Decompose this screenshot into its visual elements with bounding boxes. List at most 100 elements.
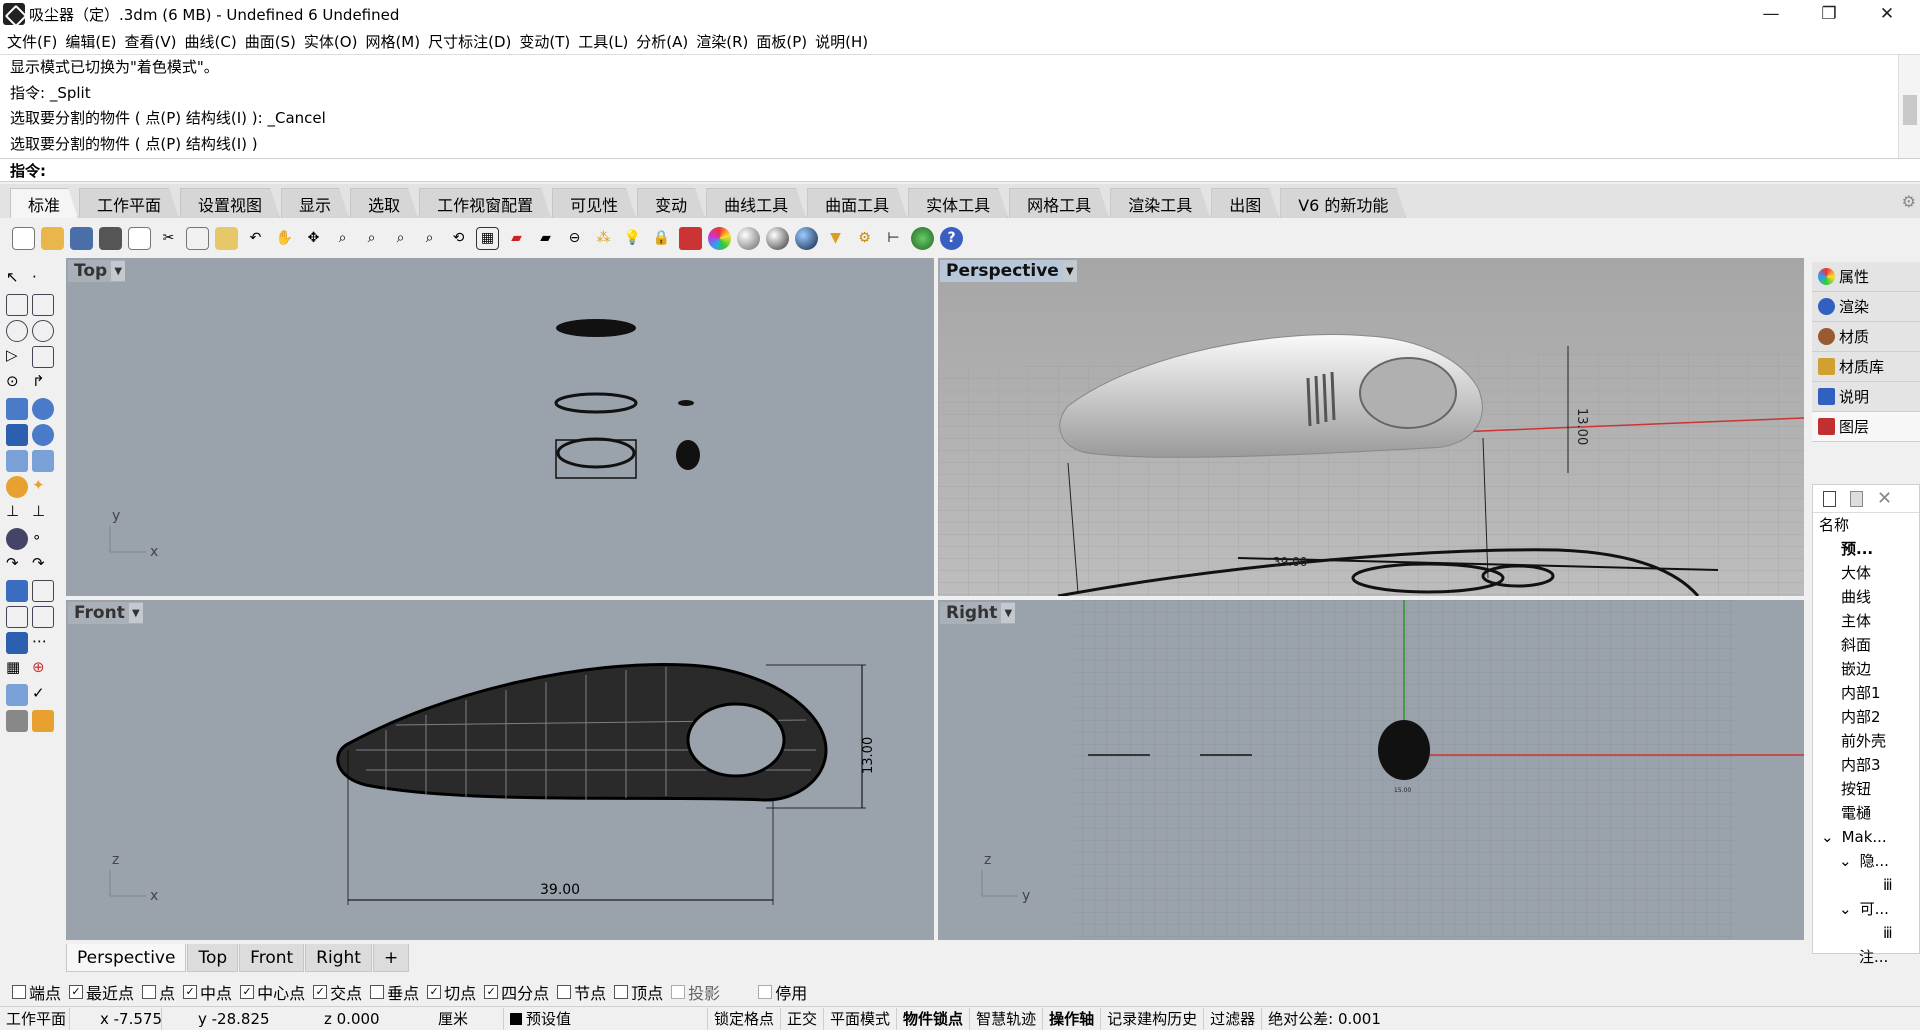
box-icon[interactable] <box>6 424 28 446</box>
osnap-checkbox[interactable]: ✓ <box>484 985 499 999</box>
osnap-checkbox[interactable] <box>557 985 572 999</box>
chevron-down-icon[interactable]: ⌄ <box>1839 852 1852 870</box>
light-icon[interactable]: ▼ <box>824 227 847 250</box>
osnap-option[interactable]: ✓ 中心点 <box>240 980 305 1004</box>
fillet-curve-icon[interactable]: ↱ <box>32 372 54 394</box>
status-filter[interactable]: 过滤器 <box>1204 1007 1263 1030</box>
cut-icon[interactable]: ✂ <box>157 227 180 250</box>
tab-new-in-v6[interactable]: V6 的新功能 <box>1280 188 1406 218</box>
layer-item[interactable]: 大体 <box>1813 561 1919 585</box>
menu-render[interactable]: 渲染(R) <box>695 31 755 52</box>
status-history[interactable]: 记录建构历史 <box>1101 1007 1205 1030</box>
osnap-option[interactable]: 端点 <box>12 980 61 1004</box>
tab-transform[interactable]: 变动 <box>637 188 705 218</box>
ellipse-icon[interactable] <box>32 320 54 342</box>
layer-icon[interactable] <box>679 226 702 250</box>
viewport-label-perspective[interactable]: Perspective ▼ <box>940 260 1077 282</box>
select-points-icon[interactable]: ⁂ <box>592 227 615 250</box>
environment-sphere-icon[interactable] <box>795 226 818 250</box>
panel-tab-layers[interactable]: 图层 <box>1812 412 1920 442</box>
move-icon[interactable] <box>32 580 54 602</box>
osnap-checkbox[interactable] <box>671 985 686 999</box>
menu-panels[interactable]: 面板(P) <box>755 31 814 52</box>
paste-icon[interactable] <box>215 226 238 250</box>
circle-icon[interactable] <box>6 320 28 342</box>
layer-item[interactable]: ⌄ 可... <box>1813 897 1919 921</box>
import-icon[interactable] <box>128 226 151 250</box>
color-wheel-icon[interactable] <box>708 226 731 250</box>
car-icon[interactable]: ▰ <box>505 227 528 250</box>
ungroup-icon[interactable]: ∘ <box>32 528 54 550</box>
viewport-top[interactable]: x y Top ▼ <box>66 258 934 596</box>
boolean-icon[interactable] <box>32 424 54 446</box>
tab-select[interactable]: 选取 <box>350 188 418 218</box>
pan-hand-icon[interactable]: ✋ <box>273 227 296 250</box>
chevron-down-icon[interactable]: ▼ <box>111 261 126 281</box>
tab-standard[interactable]: 标准 <box>10 188 78 218</box>
tab-display[interactable]: 显示 <box>281 188 349 218</box>
osnap-option[interactable]: 节点 <box>557 980 606 1004</box>
status-smarttrack[interactable]: 智慧轨迹 <box>970 1007 1044 1030</box>
tab-mesh-tools[interactable]: 网格工具 <box>1009 188 1109 218</box>
layer-item[interactable]: 電樋 <box>1813 801 1919 825</box>
osnap-option[interactable]: 点 <box>142 980 175 1004</box>
render-icon[interactable] <box>6 710 28 732</box>
point-icon[interactable]: · <box>32 268 54 290</box>
chevron-down-icon[interactable]: ▼ <box>1001 603 1016 623</box>
grid-array-icon[interactable]: ▦ <box>6 658 28 680</box>
layer-item[interactable]: 曲线 <box>1813 585 1919 609</box>
vtab-right[interactable]: Right <box>305 944 372 972</box>
help-icon[interactable]: ? <box>940 226 963 250</box>
options-gear-icon[interactable]: ⚙ <box>853 227 876 250</box>
layer-item[interactable]: 嵌边 <box>1813 657 1919 681</box>
measure-icon[interactable]: ⋯ <box>32 632 54 654</box>
shaded-car-icon[interactable]: ▰ <box>534 227 557 250</box>
mirror-icon[interactable] <box>32 606 54 628</box>
layer-item[interactable]: ⌄ Mak... <box>1813 825 1919 849</box>
four-viewports-icon[interactable]: ▦ <box>476 226 499 250</box>
layer-item[interactable]: ⅲ <box>1813 873 1919 897</box>
polygon-icon[interactable]: ▷ <box>6 346 28 368</box>
viewport-label-right[interactable]: Right ▼ <box>940 602 1016 624</box>
menu-view[interactable]: 查看(V) <box>124 31 184 52</box>
lightbulb-icon[interactable]: 💡 <box>621 227 644 250</box>
menu-solid[interactable]: 实体(O) <box>303 31 365 52</box>
osnap-option[interactable]: 垂点 <box>370 980 419 1004</box>
new-layer-icon[interactable] <box>1823 490 1836 507</box>
status-gumball[interactable]: 操作轴 <box>1043 1007 1102 1030</box>
osnap-checkbox[interactable]: ✓ <box>69 985 84 999</box>
trim-icon[interactable]: ✦ <box>32 476 54 498</box>
copy-layer-icon[interactable] <box>1850 490 1863 507</box>
osnap-option[interactable]: ✓ 切点 <box>427 980 476 1004</box>
menu-dimension[interactable]: 尺寸标注(D) <box>427 31 518 52</box>
osnap-checkbox[interactable] <box>614 985 629 999</box>
layer-item[interactable]: 按钮 <box>1813 777 1919 801</box>
zoom-extents-icon[interactable]: ⌕ <box>389 227 412 250</box>
viewport-perspective[interactable]: 13.00 39.00 Perspective ▼ <box>938 258 1804 596</box>
osnap-checkbox[interactable]: ✓ <box>313 985 328 999</box>
check-icon[interactable]: ✓ <box>32 684 54 706</box>
osnap-option[interactable]: 顶点 <box>614 980 663 1004</box>
dimension-icon[interactable]: ⊢ <box>882 227 905 250</box>
minimize-button[interactable]: — <box>1742 0 1800 28</box>
lock-icon[interactable]: 🔒 <box>650 227 673 250</box>
layer-item[interactable]: ⌄ 隐... <box>1813 849 1919 873</box>
surface-icon[interactable] <box>6 398 28 420</box>
tab-curve-tools[interactable]: 曲线工具 <box>706 188 806 218</box>
tab-surface-tools[interactable]: 曲面工具 <box>807 188 907 218</box>
loft-icon[interactable] <box>32 398 54 420</box>
layer-item[interactable]: 内部2 <box>1813 705 1919 729</box>
cplane-icon[interactable]: ⊖ <box>563 227 586 250</box>
panel-tab-properties[interactable]: 属性 <box>1812 262 1920 292</box>
panel-tab-materials[interactable]: 材质 <box>1812 322 1920 352</box>
close-button[interactable]: ✕ <box>1858 0 1916 28</box>
delete-layer-icon[interactable]: ✕ <box>1877 488 1892 509</box>
copy-icon[interactable] <box>186 226 209 250</box>
viewport-right[interactable]: 15.00 y z Right ▼ <box>938 600 1804 940</box>
tab-visibility[interactable]: 可见性 <box>552 188 636 218</box>
status-layer[interactable]: 预设值 <box>504 1007 708 1030</box>
print-icon[interactable] <box>99 226 122 250</box>
arc-icon[interactable]: ⊙ <box>6 372 28 394</box>
panel-tab-rendering[interactable]: 渲染 <box>1812 292 1920 322</box>
osnap-checkbox[interactable]: ✓ <box>183 985 198 999</box>
